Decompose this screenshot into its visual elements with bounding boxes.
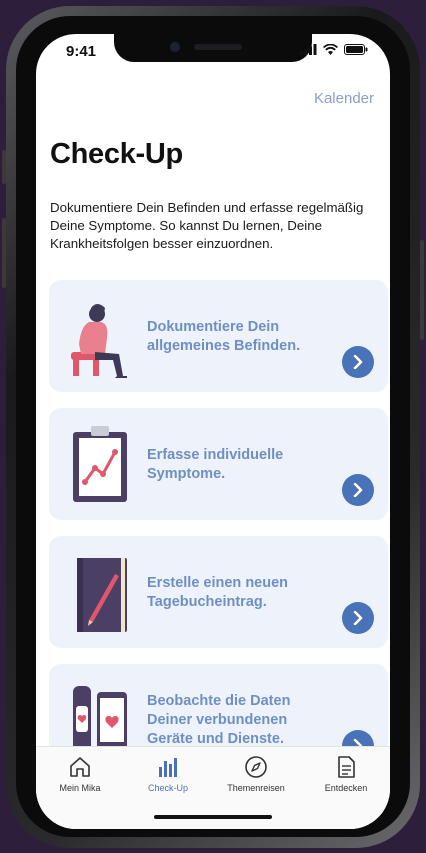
home-indicator[interactable] <box>154 815 272 819</box>
card-symptome[interactable]: Erfasse individuelle Symptome. <box>49 408 388 520</box>
compass-icon <box>245 756 267 778</box>
card-label: Erstelle einen neuen Tagebucheintrag. <box>147 575 289 610</box>
tab-label: Themenreisen <box>227 783 285 793</box>
tab-mein-mika[interactable]: Mein Mika <box>36 755 124 793</box>
status-time: 9:41 <box>66 43 97 60</box>
card-label: Erfasse individuelle Symptome. <box>147 447 284 482</box>
home-icon <box>70 757 90 777</box>
screen: 9:41 Kalender Check-Up Dokumentiere Dein… <box>36 34 390 829</box>
camera-icon <box>170 42 180 52</box>
chevron-right-icon[interactable] <box>342 602 374 634</box>
wifi-icon <box>323 44 338 55</box>
bar-chart-icon <box>159 758 177 777</box>
tab-label: Entdecken <box>324 783 368 793</box>
notch <box>114 34 312 62</box>
tab-themenreisen[interactable]: Themenreisen <box>212 755 300 793</box>
tab-entdecken[interactable]: Entdecken <box>302 755 390 793</box>
card-befinden[interactable]: Dokumentiere Dein allgemeines Befinden. <box>49 280 388 392</box>
tab-label: Mein Mika <box>59 783 101 793</box>
notebook-pen-illustration <box>77 558 127 632</box>
card-label: Beobachte die Daten Deiner verbundenen G… <box>147 693 291 747</box>
intro-text: Dokumentiere Dein Befinden und erfasse r… <box>50 200 364 251</box>
tab-label: Check-Up <box>147 783 188 793</box>
document-icon <box>338 756 355 778</box>
clipboard-chart-illustration <box>73 426 127 502</box>
card-tagebuch[interactable]: Erstelle einen neuen Tagebucheintrag. <box>49 536 388 648</box>
side-button-left <box>2 150 6 184</box>
side-button-right <box>420 240 424 340</box>
status-icons <box>300 44 368 55</box>
speaker-grille <box>194 44 242 50</box>
calendar-link[interactable]: Kalender <box>314 90 374 107</box>
card-label: Dokumentiere Dein allgemeines Befinden. <box>147 319 301 354</box>
side-button-left-2 <box>2 218 6 288</box>
tab-check-up[interactable]: Check-Up <box>124 755 212 793</box>
chevron-right-icon[interactable] <box>342 474 374 506</box>
person-sitting-illustration <box>71 304 127 378</box>
signal-icon <box>300 44 317 55</box>
battery-icon <box>344 44 368 55</box>
page-title: Check-Up <box>50 138 183 170</box>
chevron-right-icon[interactable] <box>342 346 374 378</box>
